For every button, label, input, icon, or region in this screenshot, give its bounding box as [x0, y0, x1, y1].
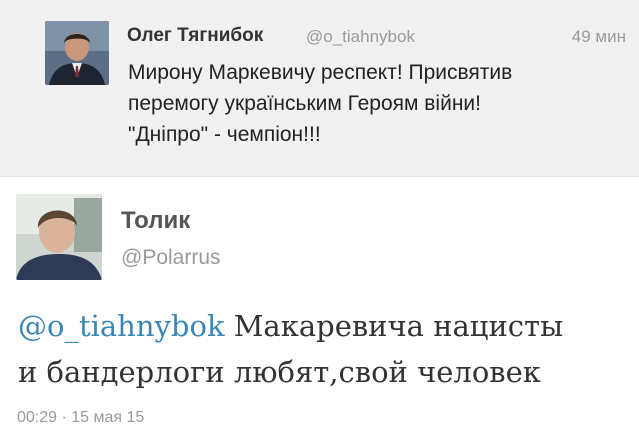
main-author-name[interactable]: Толик — [121, 207, 190, 235]
main-tweet-timestamp: 00:29 · 15 мая 15 — [17, 409, 145, 426]
main-text-line: @o_tiahnybok Макаревича нацисты — [18, 303, 628, 349]
parent-author-handle[interactable]: @o_tiahnybok — [306, 27, 415, 47]
parent-text-line: Мирону Маркевичу респект! Присвятив — [128, 61, 513, 84]
mention-link[interactable]: @o_tiahnybok — [18, 309, 225, 343]
main-text-line: и бандерлоги любят,свой человек — [18, 355, 541, 389]
main-text-segment: Макаревича нацисты — [224, 309, 564, 343]
main-author-avatar[interactable] — [16, 194, 102, 280]
main-tweet-text: @o_tiahnybok Макаревича нацисты и бандер… — [18, 303, 628, 395]
parent-tweet[interactable]: Олег Тягнибок @o_tiahnybok 49 мин Мирону… — [0, 0, 639, 177]
parent-text-line: "Дніпро" - чемпіон!!! — [128, 123, 321, 146]
parent-author-name[interactable]: Олег Тягнибок — [127, 25, 263, 47]
main-author-handle[interactable]: @Polarrus — [121, 246, 221, 270]
parent-timestamp: 49 мин — [571, 27, 626, 46]
parent-text-line: перемогу українським Героям війни! — [128, 92, 481, 115]
parent-tweet-text: Мирону Маркевичу респект! Присвятив пере… — [128, 57, 608, 150]
parent-author-avatar[interactable] — [45, 21, 109, 85]
